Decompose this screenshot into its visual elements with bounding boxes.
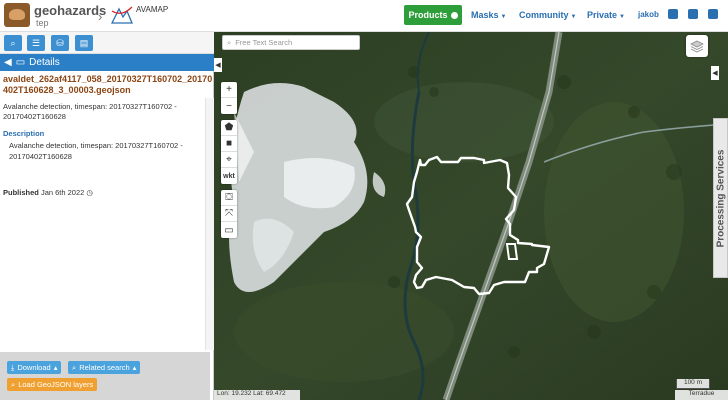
details-label: Details bbox=[29, 57, 60, 68]
left-toolbar: ⌕ ☰ ⛁ ▤ bbox=[0, 32, 214, 54]
zoom-in-button[interactable]: + bbox=[221, 82, 237, 98]
vector-layer-icon[interactable]: ⛋ bbox=[221, 190, 237, 206]
wkt-button[interactable]: wkt bbox=[221, 168, 237, 184]
map-view[interactable]: ◀ ⌕ Free Text Search + − ⬟ ■ ⌖ wkt ⛋ ⤧ ▭… bbox=[214, 32, 728, 400]
document-icon: ▭ bbox=[15, 57, 26, 68]
download-label: Download bbox=[17, 363, 51, 372]
brand-sub: tep bbox=[36, 18, 49, 28]
search-icon: ⌕ bbox=[72, 362, 77, 372]
details-header[interactable]: ◀ ▭ Details bbox=[0, 54, 214, 71]
app-name: AVAMAP bbox=[136, 5, 169, 14]
related-search-label: Related search bbox=[79, 363, 130, 372]
list-icon[interactable]: ☰ bbox=[27, 35, 45, 51]
mail-icon[interactable] bbox=[668, 9, 678, 19]
description-heading: Description bbox=[3, 129, 45, 138]
search-icon: ⌕ bbox=[11, 379, 16, 389]
search-icon: ⌕ bbox=[227, 37, 232, 47]
top-navbar: geohazards tep › AVAMAP Products Masks ▼ … bbox=[0, 0, 728, 32]
left-panel: ⌕ ☰ ⛁ ▤ ◀ ▭ Details avaldet_262af4117_05… bbox=[0, 32, 214, 400]
published-info: Published Jan 6th 2022 ◷ bbox=[3, 188, 93, 197]
processing-services-label: Processing Services bbox=[715, 149, 726, 247]
caret-up-icon: ▴ bbox=[132, 363, 137, 372]
layers-button[interactable] bbox=[686, 35, 708, 57]
coordinates-readout: Lon: 19.232 Lat: 69.472 bbox=[214, 390, 300, 400]
draw-marker-icon[interactable]: ⌖ bbox=[221, 152, 237, 168]
measure-icon[interactable]: ▭ bbox=[221, 222, 237, 238]
geohazards-logo[interactable] bbox=[4, 3, 30, 27]
avamap-icon[interactable] bbox=[110, 3, 134, 27]
nav-private-label: Private bbox=[587, 10, 618, 20]
related-search-button[interactable]: ⌕ Related search ▴ bbox=[68, 361, 141, 374]
description-text: Avalanche detection, timespan: 20170327T… bbox=[9, 141, 183, 161]
nav-products[interactable]: Products bbox=[404, 5, 462, 25]
nav-masks[interactable]: Masks ▼ bbox=[471, 10, 506, 20]
download-button[interactable]: ⤓ Download ▴ bbox=[7, 361, 62, 374]
collapse-right-panel-button[interactable]: ◀ bbox=[711, 66, 719, 80]
caret-down-icon: ▼ bbox=[619, 14, 625, 20]
file-title: avaldet_262af4117_058_20170327T160702_20… bbox=[3, 74, 213, 95]
caret-down-icon: ▼ bbox=[570, 14, 577, 20]
nav-private[interactable]: Private ▼ bbox=[587, 10, 625, 20]
search-icon[interactable]: ⌕ bbox=[4, 35, 22, 51]
chevron-right-icon: › bbox=[98, 9, 103, 24]
nav-masks-label: Masks bbox=[471, 10, 499, 20]
zoom-out-button[interactable]: − bbox=[221, 98, 237, 114]
scale-bar: 100 m bbox=[676, 379, 710, 389]
map-attribution[interactable]: Terradue bbox=[675, 390, 728, 400]
published-label: Published bbox=[3, 188, 39, 197]
layers-icon bbox=[690, 40, 704, 53]
load-geojson-button[interactable]: ⌕ Load GeoJSON layers bbox=[7, 378, 98, 391]
logout-icon[interactable] bbox=[708, 9, 718, 19]
download-icon: ⤓ bbox=[11, 362, 15, 372]
draw-polygon-icon[interactable]: ⬟ bbox=[221, 120, 237, 136]
back-arrow-icon[interactable]: ◀ bbox=[4, 57, 12, 68]
collapse-left-panel-button[interactable]: ◀ bbox=[214, 58, 222, 72]
map-search-input[interactable]: ⌕ Free Text Search bbox=[222, 35, 360, 50]
map-search-placeholder: Free Text Search bbox=[235, 38, 293, 47]
zoom-controls: + − bbox=[221, 82, 237, 114]
book-icon[interactable] bbox=[688, 9, 698, 19]
clock-icon: ◷ bbox=[86, 188, 93, 197]
load-geojson-label: Load GeoJSON layers bbox=[18, 380, 94, 389]
file-summary: Avalanche detection, timespan: 20170327T… bbox=[3, 102, 177, 121]
archive-icon[interactable]: ▤ bbox=[75, 35, 93, 51]
basket-icon[interactable]: ⛁ bbox=[51, 35, 69, 51]
nav-user[interactable]: jakob bbox=[638, 10, 659, 19]
nav-community[interactable]: Community ▼ bbox=[519, 10, 576, 20]
details-scrollbar[interactable] bbox=[205, 98, 214, 350]
published-date: Jan 6th 2022 bbox=[40, 188, 85, 197]
fullscreen-icon[interactable]: ⤧ bbox=[221, 206, 237, 222]
caret-down-icon: ▼ bbox=[500, 14, 507, 20]
satellite-imagery bbox=[214, 32, 728, 400]
brand-name[interactable]: geohazards bbox=[34, 3, 106, 18]
caret-up-icon: ▴ bbox=[53, 363, 58, 372]
processing-services-tab[interactable]: Processing Services bbox=[713, 118, 728, 278]
nav-community-label: Community bbox=[519, 10, 569, 20]
actions-area: ⤓ Download ▴ ⌕ Related search ▴ ⌕ Load G… bbox=[0, 352, 210, 400]
draw-controls: ⬟ ■ ⌖ wkt bbox=[221, 120, 237, 184]
extra-controls: ⛋ ⤧ ▭ bbox=[221, 190, 237, 238]
draw-rectangle-icon[interactable]: ■ bbox=[221, 136, 237, 152]
products-dot-icon bbox=[450, 11, 458, 19]
nav-products-label: Products bbox=[408, 10, 448, 20]
